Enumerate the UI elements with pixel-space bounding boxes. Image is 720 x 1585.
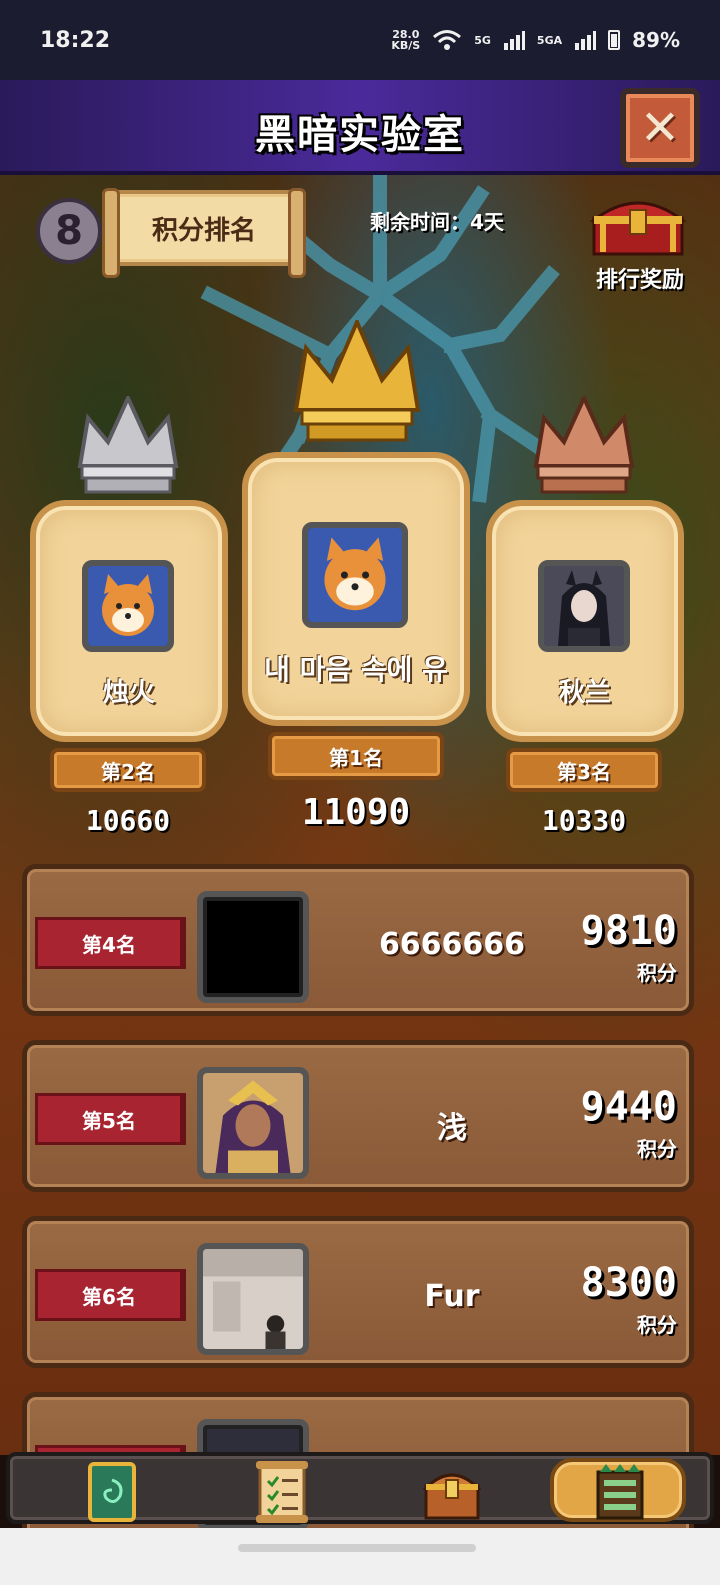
row-score-unit: 积分 bbox=[637, 1313, 677, 1337]
quest-scroll-icon bbox=[256, 1461, 308, 1523]
podium-third-avatar[interactable] bbox=[538, 560, 630, 652]
system-nav-area bbox=[0, 1528, 720, 1585]
anime-girl-avatar-icon bbox=[544, 566, 624, 646]
silver-crown-icon bbox=[77, 396, 179, 494]
rank-ribbon: 第5名 bbox=[35, 1093, 186, 1145]
leaderboard-board-icon bbox=[596, 1464, 644, 1520]
nav-ranking-active[interactable] bbox=[550, 1458, 686, 1522]
ranking-reward-button[interactable]: 排行奖励 bbox=[580, 188, 700, 293]
podium-first-name: 내 마음 속에 유 bbox=[264, 653, 448, 686]
home-indicator[interactable] bbox=[238, 1544, 476, 1552]
row-score-unit: 积分 bbox=[637, 1137, 677, 1161]
row-score: 9810 bbox=[580, 908, 677, 954]
status-time: 18:22 bbox=[40, 27, 111, 53]
signal-bars-icon bbox=[503, 31, 525, 50]
ranking-row-6[interactable]: 第6名 Fur 8300 积分 bbox=[22, 1216, 694, 1368]
nav-chest[interactable] bbox=[412, 1460, 492, 1524]
rank-ribbon: 第6名 bbox=[35, 1269, 186, 1321]
battery-level: 89% bbox=[632, 28, 680, 52]
photo-avatar-icon bbox=[203, 1249, 303, 1349]
remaining-time: 剩余时间：4天 bbox=[370, 210, 504, 234]
ranking-reward-label: 排行奖励 bbox=[595, 268, 684, 293]
row-score: 8300 bbox=[580, 1260, 677, 1306]
podium-second-avatar[interactable] bbox=[82, 560, 174, 652]
treasure-chest-icon bbox=[590, 201, 686, 256]
row-player-name: 浅 bbox=[437, 1111, 467, 1146]
shiba-avatar-icon bbox=[308, 528, 402, 622]
podium-first-score: 11090 bbox=[301, 792, 411, 833]
row-avatar[interactable] bbox=[197, 1067, 309, 1179]
wifi-icon bbox=[433, 30, 462, 50]
podium-first-avatar[interactable] bbox=[302, 522, 408, 628]
page-title: 黑暗实验室 bbox=[255, 112, 465, 158]
podium-third-rank: 第3名 bbox=[506, 748, 662, 792]
row-score: 9440 bbox=[580, 1084, 677, 1130]
rank-ribbon: 第4名 bbox=[35, 917, 186, 969]
battery-icon bbox=[608, 30, 621, 50]
podium-first-rank: 第1名 bbox=[268, 732, 444, 780]
bottom-nav bbox=[6, 1452, 714, 1524]
ranking-row-4[interactable]: 第4名 6666666 9810 积分 bbox=[22, 864, 694, 1016]
nav-cards[interactable] bbox=[72, 1460, 152, 1524]
row-player-name: 6666666 bbox=[378, 927, 526, 962]
signal-5g-label: 5G bbox=[474, 33, 491, 47]
tab-points-ranking-label: 积分排名 bbox=[151, 215, 256, 246]
close-button[interactable]: ✕ bbox=[620, 88, 700, 168]
podium-second-name: 烛火 bbox=[102, 678, 155, 708]
close-icon: ✕ bbox=[639, 100, 681, 156]
net-speed-unit: KB/S bbox=[391, 39, 421, 52]
row-player-name: Fur bbox=[424, 1279, 480, 1314]
tab-points-ranking[interactable]: 积分排名 bbox=[102, 188, 306, 278]
row-avatar[interactable] bbox=[197, 891, 309, 1003]
net-speed: 28.0 KB/S bbox=[391, 29, 420, 51]
signal-bars-icon-2 bbox=[575, 31, 597, 50]
podium-second-score: 10660 bbox=[85, 804, 171, 837]
row-avatar[interactable] bbox=[197, 1243, 309, 1355]
podium-second-rank: 第2名 bbox=[50, 748, 206, 792]
gold-crown-icon bbox=[293, 320, 421, 442]
title-bar: 黑暗实验室 ✕ bbox=[0, 80, 720, 175]
bronze-crown-icon bbox=[533, 396, 635, 494]
signal-5ga-label: 5GA bbox=[536, 33, 563, 47]
level-badge-value: 8 bbox=[55, 208, 83, 254]
status-icons: 28.0 KB/S 5G 5GA 89% bbox=[391, 28, 680, 52]
podium-third-name: 秋兰 bbox=[558, 678, 611, 708]
status-bar: 18:22 28.0 KB/S 5G 5GA 89% bbox=[0, 0, 720, 80]
level-badge-icon[interactable]: 8 bbox=[36, 198, 102, 264]
warrior-avatar-icon bbox=[203, 1073, 303, 1173]
ranking-row-5[interactable]: 第5名 浅 9440 积分 bbox=[22, 1040, 694, 1192]
shiba-avatar-icon bbox=[88, 566, 168, 646]
nav-quests[interactable] bbox=[242, 1460, 322, 1524]
card-deck-icon bbox=[88, 1462, 136, 1522]
treasure-chest-icon bbox=[422, 1473, 482, 1520]
row-score-unit: 积分 bbox=[637, 961, 677, 985]
podium-third-score: 10330 bbox=[541, 804, 627, 837]
